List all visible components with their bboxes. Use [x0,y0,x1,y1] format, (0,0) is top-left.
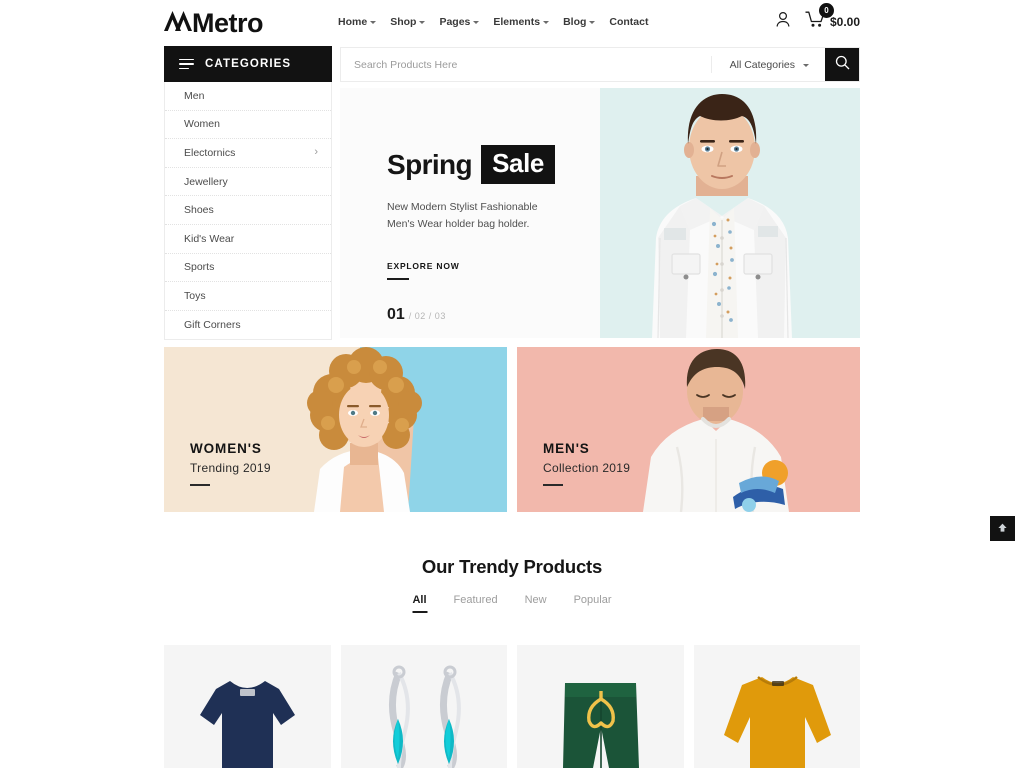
search-bar: All Categories [340,47,860,82]
storefront-page: Metro Home Shop Pages Elements Blog Cont… [0,0,1024,768]
search-input[interactable] [341,48,711,81]
promo-underline [190,484,210,486]
search-category-select[interactable]: All Categories [712,48,825,81]
sidebar-item-jewellery[interactable]: Jewellery [165,168,331,197]
cart-total: $0.00 [829,14,860,29]
sidebar-item-electornics[interactable]: Electornics › [165,139,331,168]
cta-underline [387,277,409,280]
categories-heading: CATEGORIES [205,58,292,70]
categories-panel: CATEGORIES Men Women Electornics › Jewel… [164,46,332,341]
category-label: Gift Corners [184,319,241,332]
header-actions: 0 $0.00 [775,3,860,33]
nav-item-pages[interactable]: Pages [439,16,480,28]
promo-text-womens: WOMEN'S Trending 2019 [190,441,271,486]
chevron-down-icon [370,21,377,24]
promo-subtitle: Collection 2019 [543,461,631,475]
hero-image [600,88,860,338]
nav-item-elements[interactable]: Elements [493,16,550,28]
explore-now-button[interactable]: EXPLORE NOW [387,261,567,280]
nav-item-blog[interactable]: Blog [563,16,596,28]
hero-title-plain: Spring [387,148,473,180]
chevron-down-icon [589,21,596,24]
site-logo[interactable]: Metro [164,7,264,38]
promo-text-mens: MEN'S Collection 2019 [543,441,630,486]
sidebar-item-toys[interactable]: Toys [165,282,331,311]
hero-slider: Spring Sale New Modern Stylist Fashionab… [340,88,860,338]
hamburger-icon [179,58,194,70]
product-filter-tabs: All Featured New Popular [0,594,1024,613]
main-navigation: Home Shop Pages Elements Blog Contact [338,16,648,28]
caret-down-icon [803,63,809,67]
sidebar-item-kids-wear[interactable]: Kid's Wear [165,225,331,254]
slider-pagination[interactable]: 01 / 02 / 03 [387,306,567,324]
explore-now-label: EXPLORE NOW [387,260,460,271]
mountain-m-logo-icon [164,9,194,37]
tab-new[interactable]: New [525,594,547,613]
tab-popular[interactable]: Popular [574,594,612,613]
chevron-down-icon [543,21,550,24]
arrow-up-icon [997,520,1008,538]
category-label: Toys [184,289,206,302]
logo-text: Metro [192,7,264,38]
category-label: Electornics [184,146,236,159]
search-icon [835,55,850,75]
nav-label: Home [338,16,368,28]
sidebar-item-men[interactable]: Men [165,82,331,111]
product-grid [164,645,860,768]
chevron-down-icon [419,21,426,24]
sidebar-item-gift-corners[interactable]: Gift Corners [165,311,331,340]
promo-subtitle: Trending 2019 [190,461,271,475]
category-label: Jewellery [184,175,228,188]
cart-count-badge: 0 [818,3,834,18]
hero-title: Spring Sale [387,145,567,184]
promo-banners: WOMEN'S Trending 2019 MEN'S Collection 2… [164,347,860,512]
nav-item-contact[interactable]: Contact [609,16,648,28]
product-card-navy-t-shirt[interactable] [164,645,331,768]
promo-banner-mens[interactable]: MEN'S Collection 2019 [517,347,860,512]
site-header: Metro Home Shop Pages Elements Blog Cont… [0,0,1024,46]
page-title: Our Trendy Products [421,556,603,577]
search-submit-button[interactable] [825,48,859,81]
chevron-down-icon [473,21,480,24]
nav-label: Blog [563,16,587,28]
promo-title: MEN'S [543,441,590,456]
product-card-teal-earrings[interactable] [340,645,507,768]
tab-featured[interactable]: Featured [454,594,498,613]
nav-label: Elements [493,16,541,28]
search-category-value: All Categories [729,58,795,71]
promo-title: WOMEN'S [190,441,262,456]
category-label: Men [184,89,205,102]
slide-rest: / 02 / 03 [408,310,446,321]
back-to-top-button[interactable] [990,516,1015,541]
categories-list: Men Women Electornics › Jewellery Shoes … [164,82,332,341]
category-label: Sports [184,261,215,274]
category-label: Kid's Wear [184,232,235,245]
product-card-mustard-sweater[interactable] [693,645,860,768]
hero-content: Spring Sale New Modern Stylist Fashionab… [340,88,600,338]
sidebar-item-sports[interactable]: Sports [165,254,331,283]
category-label: Shoes [184,204,214,217]
nav-label: Shop [390,16,417,28]
hero-description: New Modern Stylist Fashionable Men's Wea… [387,201,538,231]
cart-button[interactable]: 0 $0.00 [805,3,860,33]
nav-item-home[interactable]: Home [338,16,377,28]
slide-current: 01 [387,305,405,323]
sidebar-item-shoes[interactable]: Shoes [165,196,331,225]
nav-item-shop[interactable]: Shop [390,16,426,28]
user-icon[interactable] [775,11,791,33]
hero-title-highlight: Sale [481,145,555,184]
nav-label: Pages [439,16,471,28]
sidebar-item-women[interactable]: Women [165,111,331,140]
promo-banner-womens[interactable]: WOMEN'S Trending 2019 [164,347,507,512]
categories-toggle[interactable]: CATEGORIES [164,46,332,82]
product-card-green-shorts[interactable] [517,645,684,768]
chevron-right-icon: › [314,146,318,159]
category-label: Women [184,118,220,131]
promo-underline [543,484,563,486]
tab-all[interactable]: All [412,594,426,613]
nav-label: Contact [609,16,649,28]
